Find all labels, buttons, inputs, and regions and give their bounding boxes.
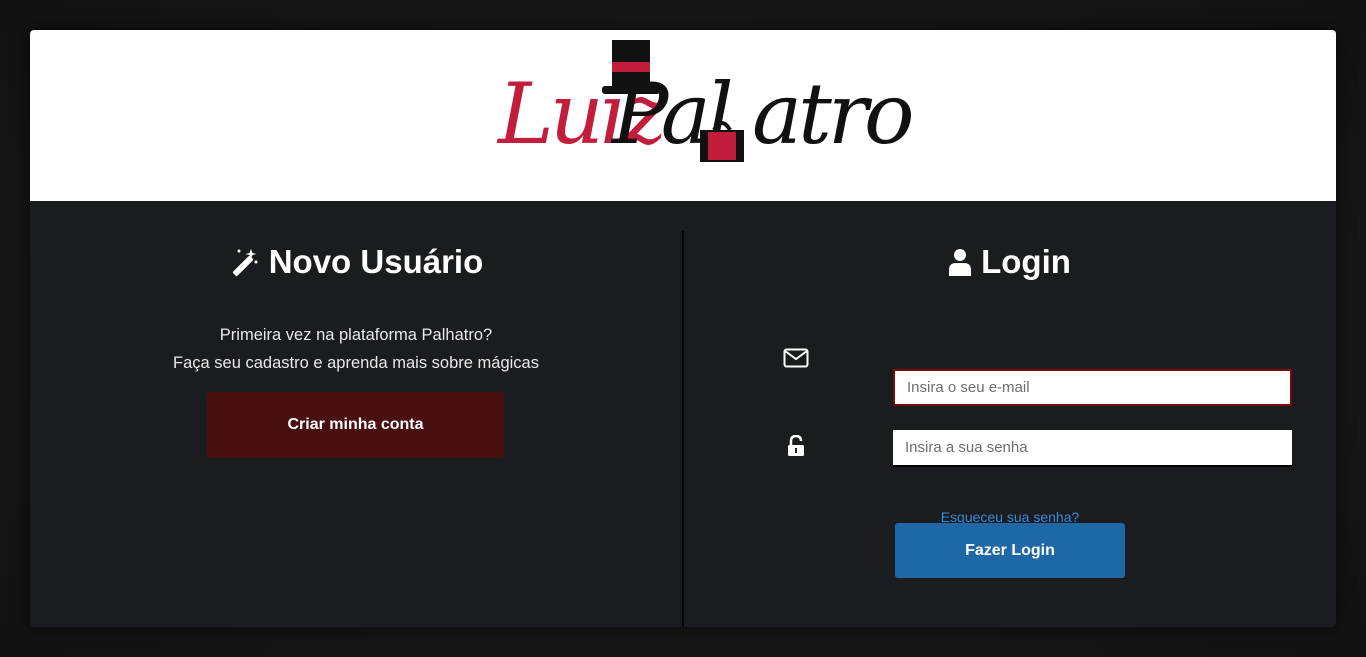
top-hat-icon [602, 40, 660, 94]
password-field[interactable] [893, 430, 1292, 467]
brand-logo: Luiz Pal atro [490, 38, 915, 198]
main-card: Luiz Pal atro Novo Usuário Primeira vez … [30, 30, 1336, 627]
login-title: Login [981, 243, 1071, 280]
user-icon [949, 248, 972, 276]
new-user-title: Novo Usuário [268, 243, 484, 280]
login-button[interactable]: Fazer Login [895, 523, 1125, 578]
unlock-icon [782, 432, 810, 460]
logo-text-atro: atro [752, 65, 915, 163]
email-field[interactable] [893, 369, 1292, 406]
envelope-icon [782, 344, 810, 372]
magic-bag-icon [700, 121, 744, 162]
create-account-button[interactable]: Criar minha conta [207, 392, 504, 458]
magic-wand-icon [229, 247, 259, 277]
new-user-intro: Primeira vez na plataforma Palhatro? Faç… [30, 321, 682, 377]
new-user-heading: Novo Usuário [30, 243, 682, 281]
intro-line-2: Faça seu cadastro e aprenda mais sobre m… [173, 354, 539, 372]
intro-line-1: Primeira vez na plataforma Palhatro? [219, 326, 493, 344]
header: Luiz Pal atro [30, 30, 1336, 201]
new-user-panel: Novo Usuário Primeira vez na plataforma … [30, 201, 682, 627]
login-panel: Login Esqueceu sua senha? Fazer Login [684, 201, 1336, 627]
login-heading: Login [684, 243, 1336, 281]
